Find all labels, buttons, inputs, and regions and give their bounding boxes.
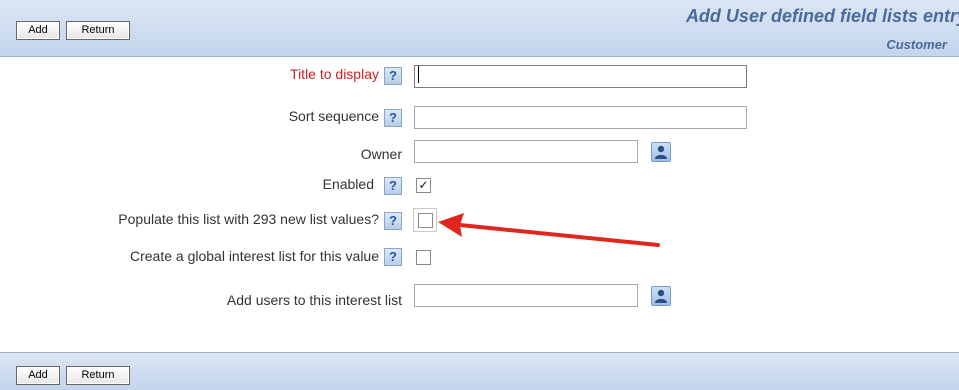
sort-sequence-label: Sort sequence [288, 108, 379, 124]
title-input[interactable] [414, 65, 747, 88]
user-icon[interactable] [651, 286, 671, 306]
add-button[interactable]: Add [16, 21, 60, 40]
page-title: Add User defined field lists entry [685, 6, 959, 26]
populate-label: Populate this list with 293 new list val… [118, 211, 379, 227]
user-icon[interactable] [651, 142, 671, 162]
bottom-toolbar: Add Return [0, 352, 959, 390]
owner-input[interactable] [414, 140, 638, 163]
top-toolbar: Add Return Add User defined field lists … [0, 0, 959, 57]
enabled-label: Enabled [322, 176, 374, 192]
enabled-checkbox[interactable]: ✓ [416, 178, 431, 193]
add-users-label: Add users to this interest list [226, 292, 402, 308]
owner-label: Owner [360, 146, 402, 162]
red-arrow-annotation [438, 213, 660, 247]
sort-sequence-input[interactable] [414, 106, 747, 129]
global-list-label: Create a global interest list for this v… [129, 248, 379, 264]
help-icon[interactable]: ? [384, 248, 402, 266]
title-label: Title to display [290, 66, 379, 82]
help-icon[interactable]: ? [384, 177, 402, 195]
page-subtitle: Customer [886, 37, 947, 52]
return-button[interactable]: Return [66, 21, 130, 40]
text-caret [418, 66, 419, 83]
help-icon[interactable]: ? [384, 109, 402, 127]
help-icon[interactable]: ? [384, 67, 402, 85]
global-list-checkbox[interactable] [416, 250, 431, 265]
add-users-input[interactable] [414, 284, 638, 307]
add-button[interactable]: Add [16, 366, 60, 385]
help-icon[interactable]: ? [384, 212, 402, 230]
return-button[interactable]: Return [66, 366, 130, 385]
